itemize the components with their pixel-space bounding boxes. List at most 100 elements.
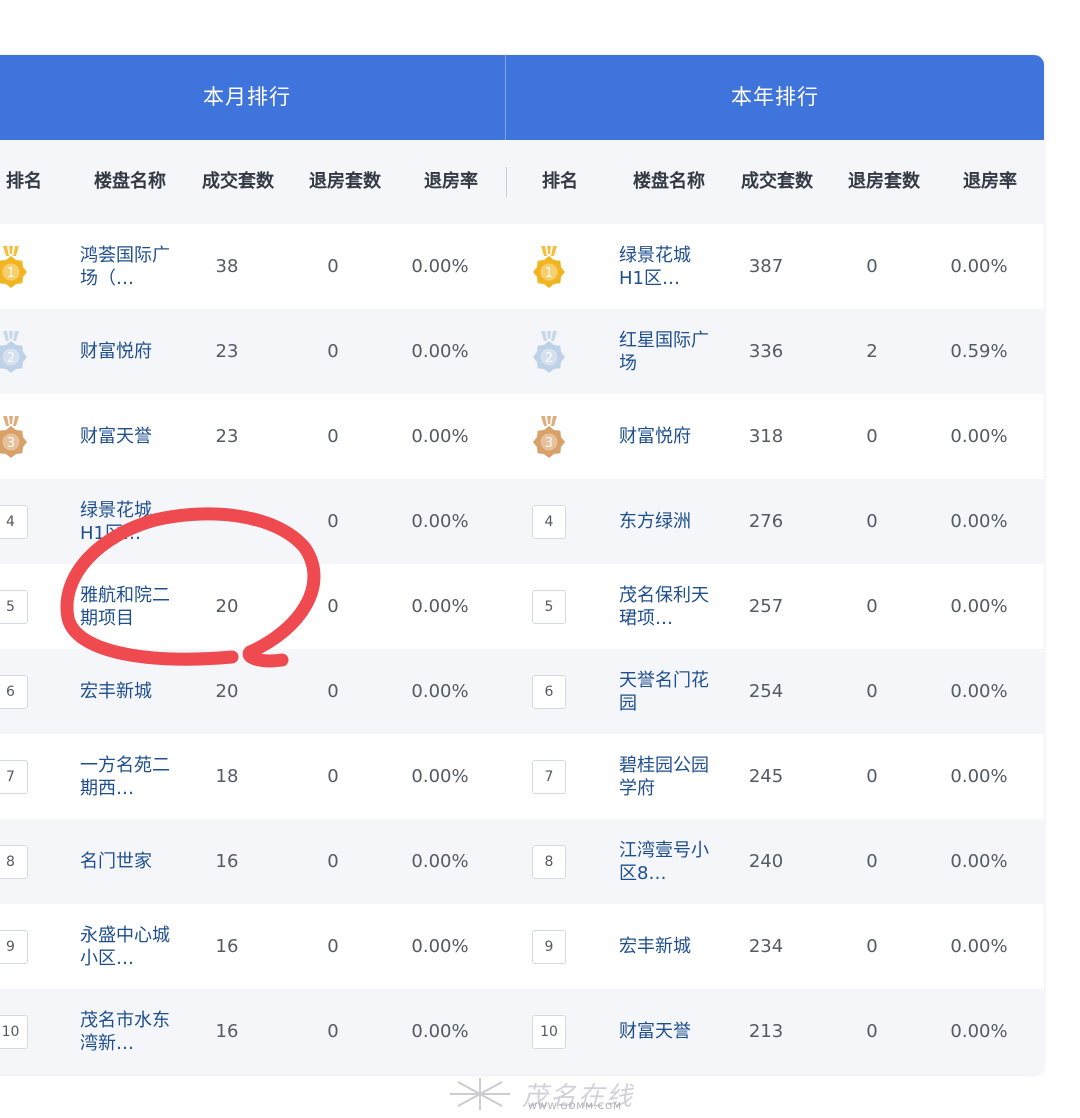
- yearly-returned-cell: 0: [831, 564, 913, 649]
- yearly-project-name-link[interactable]: 财富悦府: [619, 425, 709, 448]
- yearly-returned-cell: 0: [831, 904, 913, 989]
- monthly-project-name-link[interactable]: 宏丰新城: [80, 680, 170, 703]
- yearly-rate-value: 0.00%: [950, 1021, 1008, 1042]
- col-header-rate-yearly: 退房率: [963, 171, 1017, 192]
- medal-1-icon: 1: [0, 245, 27, 288]
- monthly-rate-cell: 0.00%: [398, 734, 482, 819]
- monthly-rate-value: 0.00%: [411, 341, 469, 362]
- monthly-name-cell: 名门世家: [80, 819, 170, 904]
- monthly-sold-cell: [184, 479, 270, 564]
- yearly-rank-cell: 4: [524, 479, 574, 564]
- yearly-rank-cell: 2: [524, 309, 574, 394]
- monthly-project-name-link[interactable]: 绿景花城H1区…: [80, 499, 170, 545]
- monthly-returned-value: 0: [327, 511, 339, 532]
- monthly-sold-value: 38: [215, 256, 239, 277]
- monthly-project-name-link[interactable]: 名门世家: [80, 850, 170, 873]
- yearly-sold-cell: 387: [723, 224, 809, 309]
- yearly-name-cell: 江湾壹号小区8…: [619, 819, 709, 904]
- medal-3-icon: 3: [0, 415, 27, 458]
- monthly-sold-cell: 20: [184, 564, 270, 649]
- yearly-project-name-link[interactable]: 宏丰新城: [619, 935, 709, 958]
- monthly-name-cell: 雅航和院二期项目: [80, 564, 170, 649]
- yearly-project-name-link[interactable]: 天誉名门花园: [619, 669, 709, 715]
- monthly-returned-value: 0: [327, 596, 339, 617]
- yearly-returned-value: 0: [866, 256, 878, 277]
- yearly-project-name-link[interactable]: 绿景花城H1区…: [619, 244, 709, 290]
- monthly-project-name-link[interactable]: 雅航和院二期项目: [80, 584, 170, 630]
- yearly-rate-cell: 0.00%: [937, 904, 1021, 989]
- yearly-rate-value: 0.00%: [950, 851, 1008, 872]
- monthly-rank-cell: 7: [0, 734, 33, 819]
- monthly-returned-cell: 0: [292, 649, 374, 734]
- yearly-name-cell: 财富天誉: [619, 989, 709, 1074]
- yearly-project-name-link[interactable]: 东方绿洲: [619, 510, 709, 533]
- monthly-sold-value: 16: [215, 936, 239, 957]
- monthly-sold-cell: 16: [184, 819, 270, 904]
- monthly-project-name-link[interactable]: 茂名市水东湾新…: [80, 1009, 170, 1055]
- monthly-sold-cell: 23: [184, 394, 270, 479]
- col-header-sold-monthly: 成交套数: [202, 171, 274, 192]
- col-header-sold-yearly: 成交套数: [741, 171, 813, 192]
- yearly-sold-value: 245: [748, 766, 784, 787]
- yearly-project-name-link[interactable]: 碧桂园公园学府: [619, 754, 709, 800]
- yearly-sold-cell: 257: [723, 564, 809, 649]
- yearly-project-name-link[interactable]: 红星国际广场: [619, 329, 709, 375]
- tab-monthly-ranking[interactable]: 本月排行: [0, 55, 506, 140]
- monthly-project-name-link[interactable]: 永盛中心城小区…: [80, 924, 170, 970]
- rank-badge: 7: [532, 759, 566, 794]
- monthly-project-name-link[interactable]: 财富悦府: [80, 340, 170, 363]
- yearly-rate-value: 0.00%: [950, 766, 1008, 787]
- monthly-returned-value: 0: [327, 851, 339, 872]
- monthly-project-name-link[interactable]: 鸿荟国际广场（…: [80, 244, 170, 290]
- monthly-sold-value: 20: [215, 681, 239, 702]
- yearly-project-name-link[interactable]: 江湾壹号小区8…: [619, 839, 709, 885]
- monthly-returned-cell: 0: [292, 904, 374, 989]
- yearly-rate-value: 0.00%: [950, 426, 1008, 447]
- monthly-sold-value: 16: [215, 1021, 239, 1042]
- monthly-rank-cell: 10: [0, 989, 33, 1074]
- monthly-name-cell: 财富天誉: [80, 394, 170, 479]
- yearly-returned-value: 0: [866, 596, 878, 617]
- yearly-returned-cell: 0: [831, 819, 913, 904]
- yearly-returned-value: 0: [866, 1021, 878, 1042]
- monthly-rank-cell: 2: [0, 309, 33, 394]
- monthly-sold-value: 18: [215, 766, 239, 787]
- col-header-returned-yearly: 退房套数: [848, 171, 920, 192]
- yearly-returned-value: 0: [866, 936, 878, 957]
- yearly-returned-cell: 2: [831, 309, 913, 394]
- yearly-returned-value: 2: [866, 341, 878, 362]
- svg-text:2: 2: [6, 351, 14, 366]
- yearly-project-name-link[interactable]: 茂名保利天珺项…: [619, 584, 709, 630]
- monthly-rate-cell: 0.00%: [398, 904, 482, 989]
- yearly-rate-value: 0.00%: [950, 596, 1008, 617]
- monthly-rank-cell: 4: [0, 479, 33, 564]
- svg-text:2: 2: [545, 351, 553, 366]
- rank-badge: 10: [532, 1014, 566, 1049]
- rank-badge: 5: [532, 589, 566, 624]
- tab-yearly-ranking[interactable]: 本年排行: [506, 55, 1044, 140]
- monthly-rank-cell: 8: [0, 819, 33, 904]
- monthly-rank-cell: 3: [0, 394, 33, 479]
- yearly-rank-cell: 7: [524, 734, 574, 819]
- yearly-rank-cell: 9: [524, 904, 574, 989]
- yearly-returned-cell: 0: [831, 989, 913, 1074]
- yearly-rate-cell: 0.00%: [937, 649, 1021, 734]
- rank-badge: 9: [0, 929, 28, 964]
- col-header-rank-yearly: 排名: [542, 171, 578, 192]
- yearly-rate-cell: 0.00%: [937, 394, 1021, 479]
- svg-text:3: 3: [6, 436, 14, 451]
- medal-2-icon: 2: [0, 330, 27, 373]
- monthly-rate-cell: 0.00%: [398, 394, 482, 479]
- monthly-rate-cell: 0.00%: [398, 649, 482, 734]
- yearly-rank-cell: 6: [524, 649, 574, 734]
- yearly-rate-cell: 0.00%: [937, 564, 1021, 649]
- yearly-rank-cell: 3: [524, 394, 574, 479]
- monthly-returned-value: 0: [327, 681, 339, 702]
- rank-badge: 6: [0, 674, 28, 709]
- svg-text:1: 1: [545, 266, 553, 281]
- yearly-rate-value: 0.00%: [950, 511, 1008, 532]
- yearly-project-name-link[interactable]: 财富天誉: [619, 1020, 709, 1043]
- svg-text:1: 1: [6, 266, 14, 281]
- monthly-project-name-link[interactable]: 一方名苑二期西…: [80, 754, 170, 800]
- monthly-project-name-link[interactable]: 财富天誉: [80, 425, 170, 448]
